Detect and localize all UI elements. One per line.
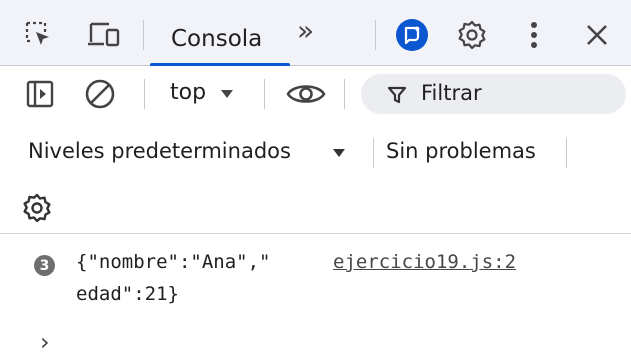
chevron-down-icon — [333, 149, 345, 157]
divider — [143, 20, 144, 50]
devtools-tabbar: Consola » — [0, 0, 631, 67]
console-settings-row — [0, 182, 631, 234]
divider — [264, 79, 265, 109]
chevron-down-icon — [221, 90, 233, 98]
levels-row: Niveles predeterminados Sin problemas — [0, 122, 631, 182]
issues-button[interactable]: Sin problemas — [380, 134, 560, 170]
clear-console-icon[interactable] — [82, 77, 118, 111]
divider — [144, 79, 145, 109]
filter-input[interactable]: Filtrar — [361, 74, 626, 114]
console-message-source-link[interactable]: ejercicio19.js:2 — [333, 251, 516, 273]
console-message-text-line1: {"nombre":"Ana"," — [76, 251, 271, 273]
console-toolbar: top Filtrar — [0, 66, 631, 122]
live-expression-icon[interactable] — [284, 77, 328, 111]
console-prompt-icon[interactable]: › — [40, 330, 50, 354]
ai-assistance-icon[interactable] — [394, 17, 430, 53]
more-tabs-icon[interactable]: » — [297, 14, 314, 47]
more-options-icon[interactable] — [522, 17, 546, 53]
divider — [373, 138, 374, 168]
console-settings-icon[interactable] — [20, 191, 54, 225]
settings-icon[interactable] — [454, 17, 490, 53]
divider — [344, 79, 345, 109]
divider — [566, 138, 567, 168]
issues-label: Sin problemas — [386, 139, 536, 163]
device-toolbar-icon[interactable] — [86, 18, 124, 52]
log-levels-dropdown[interactable]: Niveles predeterminados — [24, 134, 360, 170]
inspect-element-icon[interactable] — [22, 18, 56, 52]
filter-placeholder: Filtrar — [421, 81, 482, 105]
tab-console-label: Consola — [171, 26, 263, 52]
tab-console[interactable]: Consola — [150, 14, 290, 67]
show-sidebar-icon[interactable] — [22, 77, 58, 111]
repeat-count-badge: 3 — [34, 255, 55, 276]
context-selector-label: top — [170, 80, 207, 105]
log-levels-label: Niveles predeterminados — [28, 139, 291, 163]
close-icon[interactable] — [580, 17, 614, 53]
console-message-text-line2: edad":21} — [76, 283, 179, 305]
divider — [375, 20, 376, 50]
filter-icon — [387, 86, 407, 104]
